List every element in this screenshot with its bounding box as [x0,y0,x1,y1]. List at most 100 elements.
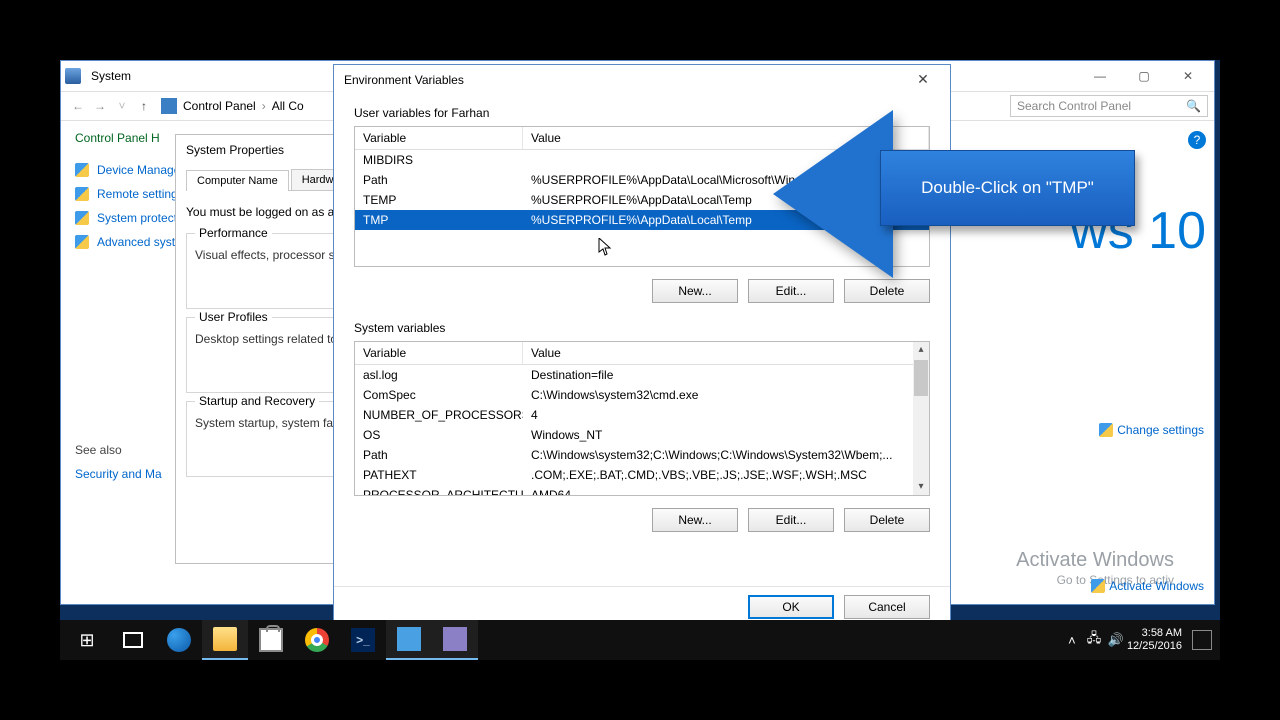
cancel-button[interactable]: Cancel [844,595,930,619]
shield-icon [75,211,89,225]
help-icon[interactable]: ? [1188,131,1206,149]
edge-icon [167,628,191,652]
table-row[interactable]: PathC:\Windows\system32;C:\Windows;C:\Wi… [355,445,929,465]
user-new-button[interactable]: New... [652,279,738,303]
cell-value: C:\Windows\system32;C:\Windows;C:\Window… [523,447,929,463]
store-icon [259,628,283,652]
address-icon [161,98,177,114]
system-icon [65,68,81,84]
sys-vars-body[interactable]: asl.logDestination=fileComSpecC:\Windows… [355,365,929,495]
user-vars-body[interactable]: MIBDIRS Path%USERPROFILE%\AppData\Local\M… [355,150,929,266]
cell-value: .COM;.EXE;.BAT;.CMD;.VBS;.VBE;.JS;.JSE;.… [523,467,929,483]
app-icon [443,627,467,651]
sys-delete-button[interactable]: Delete [844,508,930,532]
clock-time: 3:58 AM [1127,627,1182,640]
sidebar-item-label: Device Manager [97,163,184,177]
cell-variable: PROCESSOR_ARCHITECTURE [355,487,523,495]
cell-variable: PATHEXT [355,467,523,483]
action-center-icon[interactable] [1192,630,1212,650]
col-variable[interactable]: Variable [355,127,523,149]
mouse-cursor-icon [598,238,612,256]
nav-recent-icon[interactable]: ˅ [111,99,133,113]
app-icon [397,627,421,651]
ok-button[interactable]: OK [748,595,834,619]
cell-value: %USERPROFILE%\AppData\Local\Temp [523,192,929,208]
cell-variable: TMP [355,212,523,228]
cell-value: AMD64 [523,487,929,495]
table-row[interactable]: NUMBER_OF_PROCESSORS4 [355,405,929,425]
taskbar-explorer[interactable] [202,620,248,660]
breadcrumb-1[interactable]: Control Panel [183,99,256,113]
nav-up-icon[interactable]: ↑ [133,99,155,113]
maximize-button[interactable]: ▢ [1122,62,1166,90]
env-vars-window: Environment Variables ✕ User variables f… [333,64,951,632]
table-row[interactable]: TMP%USERPROFILE%\AppData\Local\Temp [355,210,929,230]
scroll-thumb[interactable] [914,360,928,396]
table-row[interactable]: TEMP%USERPROFILE%\AppData\Local\Temp [355,190,929,210]
start-button[interactable]: ⊞ [64,620,110,660]
breadcrumb-2[interactable]: All Co [272,99,304,113]
close-button[interactable]: ✕ [906,71,940,88]
user-edit-button[interactable]: Edit... [748,279,834,303]
cell-variable: MIBDIRS [355,152,523,168]
scroll-up-icon[interactable]: ▴ [918,342,923,358]
taskbar-chrome[interactable] [294,620,340,660]
shield-icon [1099,423,1113,437]
sys-edit-button[interactable]: Edit... [748,508,834,532]
env-titlebar: Environment Variables ✕ [334,65,950,94]
user-vars-table: Variable Value MIBDIRS Path%USERPROFILE%\… [354,126,930,267]
table-row[interactable]: asl.logDestination=file [355,365,929,385]
close-button[interactable]: ✕ [1166,62,1210,90]
table-row[interactable]: MIBDIRS [355,150,929,170]
user-delete-button[interactable]: Delete [844,279,930,303]
search-input[interactable]: Search Control Panel 🔍 [1010,95,1208,117]
shield-icon [75,187,89,201]
sidebar-item-label: Security and Ma [75,467,162,481]
taskbar-powershell[interactable]: >_ [340,620,386,660]
user-vars-label: User variables for Farhan [354,106,930,120]
taskbar-edge[interactable] [156,620,202,660]
taskbar-clock[interactable]: 3:58 AM 12/25/2016 [1127,627,1182,653]
windows-brand: ws 10 [1070,201,1206,261]
tray-overflow-icon[interactable]: ˄ [1061,633,1083,648]
taskbar: ⊞ >_ ˄ 🖧 🔊 3:58 AM 12/25/2016 [60,620,1220,660]
volume-icon[interactable]: 🔊 [1105,632,1127,648]
minimize-button[interactable]: — [1078,62,1122,90]
cell-variable: TEMP [355,192,523,208]
table-row[interactable]: ComSpecC:\Windows\system32\cmd.exe [355,385,929,405]
search-icon: 🔍 [1186,99,1201,113]
powershell-icon: >_ [351,628,375,652]
legend-startup: Startup and Recovery [195,394,319,408]
activate-link[interactable]: Activate Windows [1091,579,1204,593]
taskview-button[interactable] [110,620,156,660]
table-row[interactable]: Path%USERPROFILE%\AppData\Local\Microsof… [355,170,929,190]
cell-value: Windows_NT [523,427,929,443]
cell-value: C:\Windows\system32\cmd.exe [523,387,929,403]
table-row[interactable]: PATHEXT.COM;.EXE;.BAT;.CMD;.VBS;.VBE;.JS… [355,465,929,485]
cell-variable: Path [355,172,523,188]
link-label: Change settings [1117,423,1204,437]
sys-new-button[interactable]: New... [652,508,738,532]
tab-computer-name[interactable]: Computer Name [186,170,289,191]
taskbar-app1[interactable] [386,620,432,660]
table-header: Variable Value [355,342,929,365]
nav-back-icon[interactable]: ← [67,99,89,113]
activate-heading: Activate Windows [1016,549,1174,572]
table-row[interactable]: OSWindows_NT [355,425,929,445]
sys-vars-table: Variable Value asl.logDestination=fileCo… [354,341,930,496]
shield-icon [1091,579,1105,593]
change-settings-link[interactable]: Change settings [1099,423,1204,437]
cell-variable: OS [355,427,523,443]
cell-value: %USERPROFILE%\AppData\Local\Microsoft\Wi… [523,172,929,188]
taskbar-app2[interactable] [432,620,478,660]
col-variable[interactable]: Variable [355,342,523,364]
col-value[interactable]: Value [523,127,929,149]
nav-forward-icon[interactable]: → [89,99,111,113]
taskbar-store[interactable] [248,620,294,660]
scrollbar[interactable]: ▴ ▾ [913,342,929,495]
col-value[interactable]: Value [523,342,929,364]
network-icon[interactable]: 🖧 [1083,629,1105,651]
scroll-down-icon[interactable]: ▾ [918,479,923,495]
table-row[interactable]: PROCESSOR_ARCHITECTUREAMD64 [355,485,929,495]
link-label: Activate Windows [1109,579,1204,593]
